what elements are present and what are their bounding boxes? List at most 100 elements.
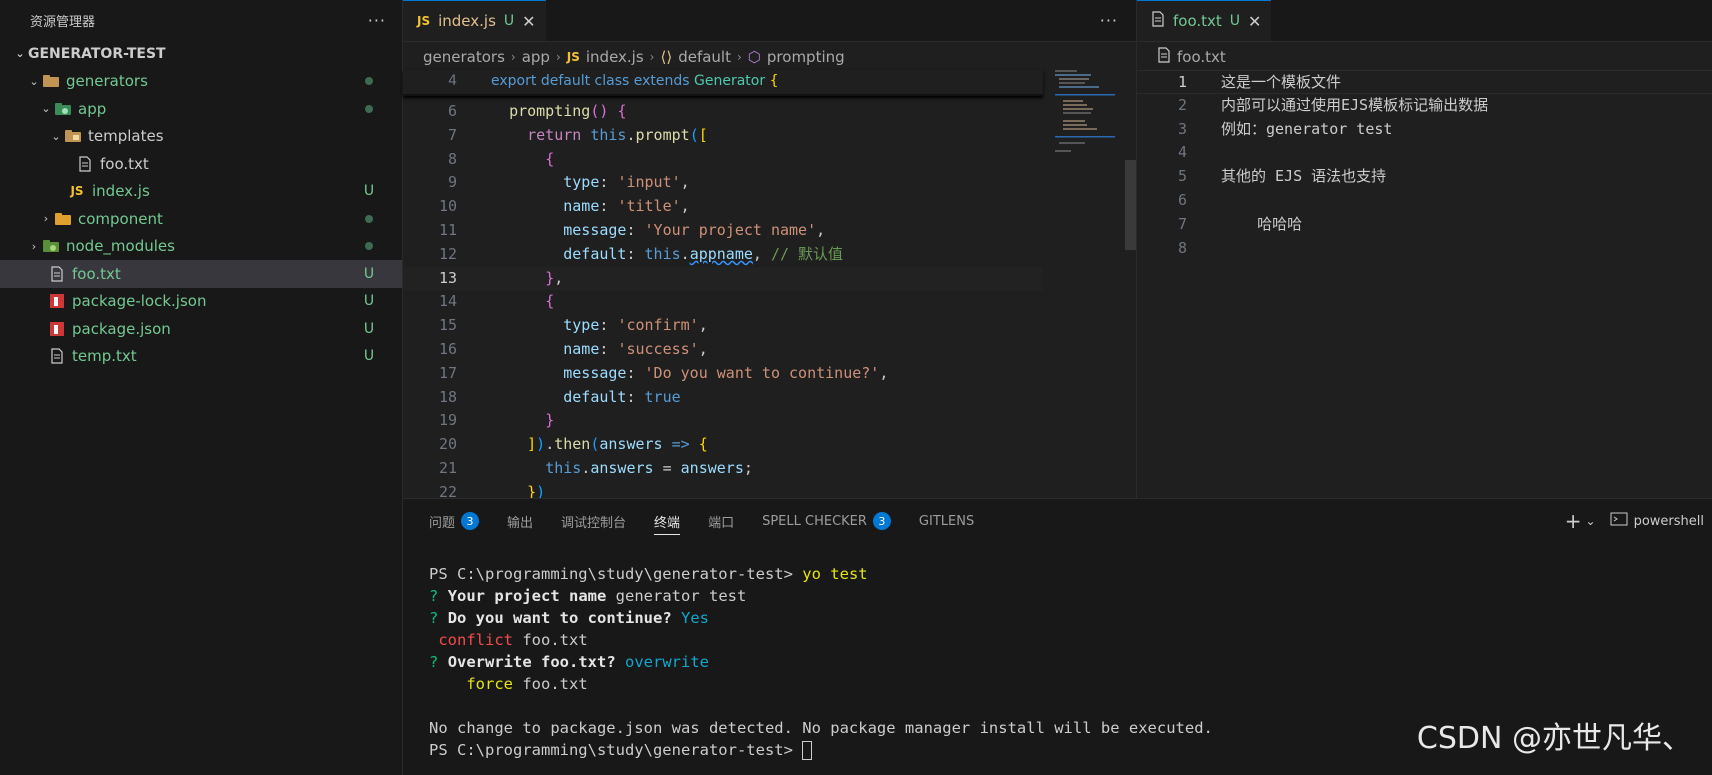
- code-line: 17 message: 'Do you want to continue?',: [438, 363, 889, 382]
- node-folder-icon: [42, 238, 60, 254]
- code-line: 8: [1177, 238, 1187, 257]
- terminal-line: force foo.txt: [466, 675, 588, 693]
- npm-file-icon: [48, 321, 66, 337]
- symbol-method-icon: ⬡: [747, 48, 761, 66]
- tab-foo-txt[interactable]: foo.txt U ✕: [1137, 0, 1272, 41]
- explorer-sidebar: 资源管理器 ··· ⌄ GENERATOR-TEST ⌄ generators …: [0, 0, 403, 775]
- code-line: 19 }: [438, 411, 555, 430]
- code-editor[interactable]: 6 prompting() { 7 return this.prompt([ 8…: [403, 70, 1043, 498]
- tab-label: foo.txt: [1173, 12, 1222, 30]
- chevron-right-icon: ›: [31, 239, 37, 253]
- code-line: 9 type: 'input',: [447, 173, 690, 192]
- scrollbar-thumb[interactable]: [1125, 160, 1136, 250]
- untracked-badge: U: [363, 293, 375, 310]
- spell-count-badge: 3: [872, 512, 891, 530]
- chevron-down-icon[interactable]: ⌄: [1586, 514, 1596, 528]
- add-terminal-icon[interactable]: +: [1565, 509, 1582, 533]
- panel-toolbar: + ⌄ powershell: [1565, 499, 1712, 543]
- tree-item-foo-template[interactable]: foo.txt: [0, 150, 402, 178]
- tree-item-label: foo.txt: [100, 154, 149, 173]
- js-file-icon: JS: [417, 14, 431, 28]
- tree-item-foo-txt[interactable]: foo.txt U: [0, 260, 402, 288]
- tree-item-index-js[interactable]: JS index.js U: [0, 178, 402, 206]
- terminal-line: PS C:\programming\study\generator-test> …: [429, 565, 868, 583]
- code-line-active: 1 这是一个模板文件: [1137, 70, 1712, 94]
- tree-item-app[interactable]: ⌄ app: [0, 95, 402, 123]
- tab-problems[interactable]: 问题 3: [429, 499, 480, 543]
- tree-item-component[interactable]: › component: [0, 205, 402, 233]
- chevron-down-icon: ⌄: [29, 74, 39, 88]
- breadcrumb-item[interactable]: prompting: [767, 48, 845, 66]
- tree-item-package-json[interactable]: package.json U: [0, 315, 402, 343]
- code-line: 16 name: 'success',: [438, 339, 708, 358]
- code-line: 22 }): [438, 482, 546, 498]
- tab-debug-console[interactable]: 调试控制台: [561, 499, 626, 543]
- text-file-icon: [48, 348, 66, 364]
- terminal-output[interactable]: PS C:\programming\study\generator-test> …: [429, 563, 1213, 761]
- tab-gitlens[interactable]: GITLENS: [919, 499, 974, 543]
- editor-tabbar: JS index.js U ✕ ···: [403, 0, 1136, 42]
- tree-item-label: component: [78, 209, 163, 228]
- close-icon[interactable]: ✕: [1248, 12, 1261, 31]
- breadcrumb-item[interactable]: app: [522, 48, 550, 66]
- sticky-scroll-header[interactable]: 4 export default class extends Generator …: [403, 70, 1043, 96]
- text-editor[interactable]: 1 这是一个模板文件 2 内部可以通过使用EJS模板标记输出数据 3 例如：gener…: [1137, 70, 1712, 260]
- untracked-badge: U: [1229, 13, 1241, 29]
- modified-dot-icon: [362, 101, 376, 117]
- terminal-line: ? Your project name generator test: [429, 587, 747, 605]
- breadcrumb: foo.txt: [1137, 42, 1712, 72]
- tree-item-temp-txt[interactable]: temp.txt U: [0, 343, 402, 371]
- more-actions-icon[interactable]: ···: [368, 11, 386, 30]
- tree-item-package-lock[interactable]: package-lock.json U: [0, 288, 402, 316]
- untracked-badge: U: [363, 183, 375, 200]
- explorer-title: 资源管理器: [30, 14, 96, 30]
- modified-dot-icon: [362, 73, 376, 89]
- tab-label: index.js: [438, 12, 496, 30]
- close-icon[interactable]: ✕: [522, 12, 535, 31]
- chevron-right-icon: ›: [43, 212, 49, 226]
- js-file-icon: JS: [566, 50, 580, 64]
- code-line: 6: [1177, 190, 1187, 209]
- more-actions-icon[interactable]: ···: [1100, 11, 1118, 30]
- tree-item-node-modules[interactable]: › node_modules: [0, 233, 402, 261]
- tree-item-templates[interactable]: ⌄ templates: [0, 123, 402, 151]
- tab-index-js[interactable]: JS index.js U ✕: [403, 0, 546, 41]
- code-line-active: 13 },: [403, 266, 1043, 291]
- terminal-shell-name[interactable]: powershell: [1634, 514, 1704, 529]
- code-line: 3 例如：generator test: [1177, 119, 1393, 138]
- js-file-icon: JS: [70, 184, 84, 199]
- code-line: 15 type: 'confirm',: [438, 316, 708, 335]
- modified-dot-icon: [362, 211, 376, 227]
- breadcrumb-item[interactable]: generators: [423, 48, 505, 66]
- bottom-panel: 问题 3 输出 调试控制台 终端 端口 SPELL CHECKER 3 GITL…: [403, 498, 1712, 775]
- tree-item-generators[interactable]: ⌄ generators: [0, 68, 402, 96]
- breadcrumb-item[interactable]: foo.txt: [1177, 48, 1226, 66]
- terminal-line: No change to package.json was detected. …: [429, 719, 1213, 737]
- terminal-line: ? Overwrite foo.txt? overwrite: [429, 653, 710, 671]
- chevron-right-icon: ›: [736, 50, 742, 64]
- tab-output[interactable]: 输出: [507, 499, 533, 543]
- terminal-line: PS C:\programming\study\generator-test>: [429, 739, 1213, 761]
- tab-terminal[interactable]: 终端: [654, 499, 681, 543]
- code-line: 5 其他的 EJS 语法也支持: [1177, 167, 1387, 186]
- tree-item-label: package-lock.json: [72, 292, 207, 311]
- minimap[interactable]: [1053, 70, 1123, 500]
- tab-ports[interactable]: 端口: [708, 499, 734, 543]
- tree-item-label: app: [78, 99, 107, 118]
- explorer-header: 资源管理器 ···: [0, 0, 402, 40]
- vertical-scrollbar[interactable]: [1125, 70, 1136, 498]
- panel-tabs: 问题 3 输出 调试控制台 终端 端口 SPELL CHECKER 3 GITL…: [403, 499, 1712, 543]
- tree-item-label: generators: [66, 72, 148, 91]
- untracked-badge: U: [503, 13, 515, 29]
- tree-root[interactable]: ⌄ GENERATOR-TEST: [0, 40, 402, 68]
- tree-item-label: foo.txt: [72, 264, 121, 283]
- code-line: 8 {: [447, 149, 555, 168]
- breadcrumb-item[interactable]: index.js: [586, 48, 644, 66]
- tab-spell-checker[interactable]: SPELL CHECKER 3: [762, 499, 891, 543]
- code-line: 10 name: 'title',: [438, 197, 690, 216]
- chevron-down-icon: ⌄: [51, 129, 61, 143]
- tree-item-label: index.js: [92, 182, 150, 201]
- breadcrumb-item[interactable]: default: [678, 48, 731, 66]
- untracked-badge: U: [363, 348, 375, 365]
- component-folder-icon: [54, 211, 72, 227]
